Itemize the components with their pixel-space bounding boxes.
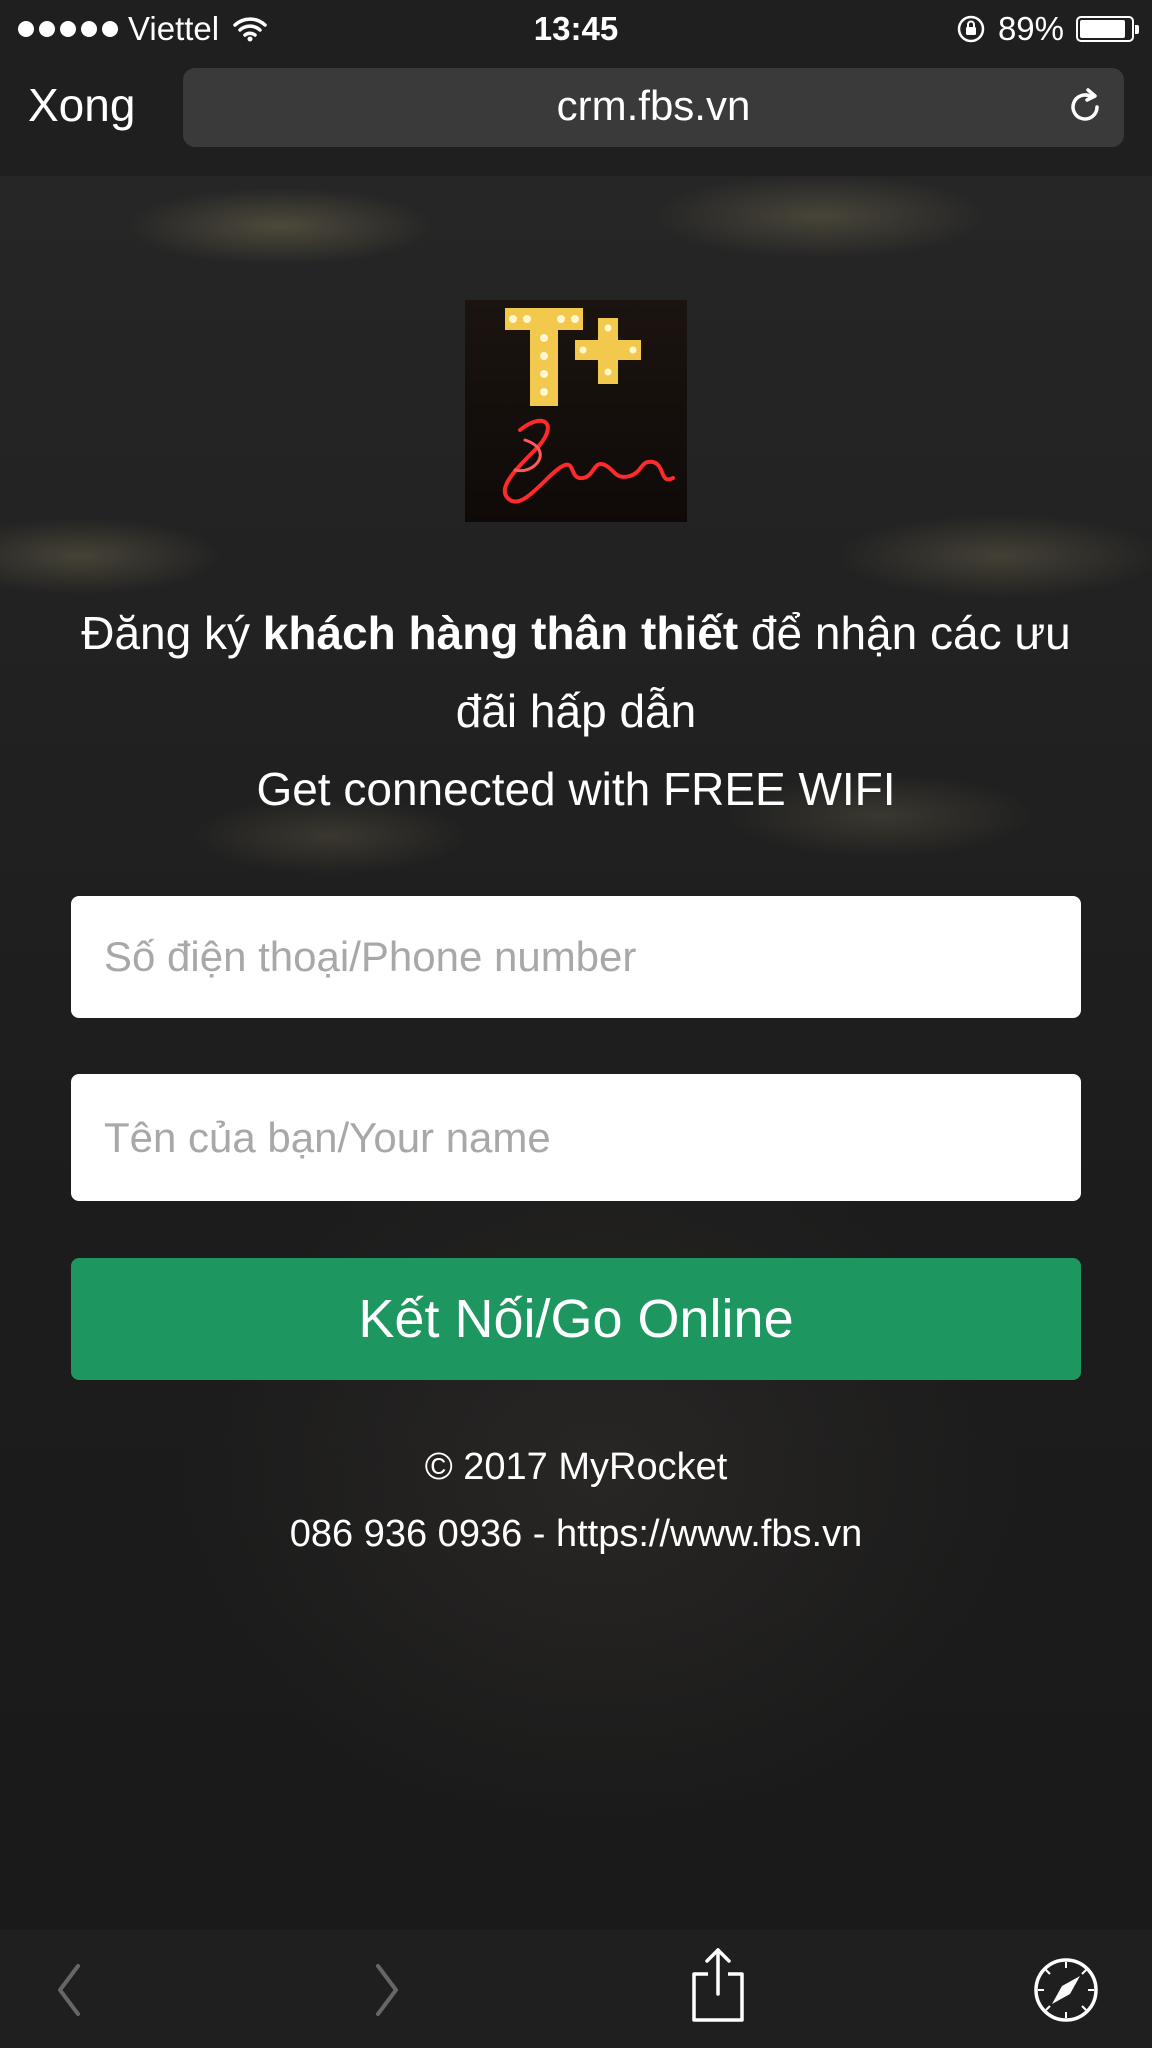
orientation-lock-icon [957, 15, 985, 43]
contact-text: 086 936 0936 - https://www.fbs.vn [289, 1513, 863, 1555]
page-content: Đăng ký khách hàng thân thiết để nhận cá… [0, 176, 1152, 1930]
browser-toolbar [0, 1930, 1152, 2048]
address-bar[interactable]: crm.fbs.vn [183, 68, 1124, 147]
battery-area: 89% [956, 10, 1139, 48]
browser-nav-bar: Xong crm.fbs.vn [0, 58, 1152, 176]
status-bar: Viettel 13:45 89% [0, 0, 1152, 58]
done-button[interactable]: Xong [28, 78, 135, 132]
tplus-beer-logo-icon [502, 308, 675, 504]
compass-icon[interactable] [1032, 1956, 1100, 2024]
name-input[interactable] [71, 1074, 1081, 1201]
back-arrow-icon[interactable] [52, 1962, 88, 2018]
battery-percent: 89% [997, 10, 1064, 47]
headline-line-1: Đăng ký khách hàng thân thiết để nhận cá… [81, 607, 1071, 737]
share-icon[interactable] [688, 1944, 748, 2024]
battery-icon [1076, 16, 1139, 42]
phone-input[interactable] [71, 896, 1081, 1018]
forward-arrow-icon[interactable] [368, 1962, 404, 2018]
copyright-text: © 2017 MyRocket [424, 1446, 728, 1488]
headline: Đăng ký khách hàng thân thiết để nhận cá… [60, 594, 1092, 828]
headline-line-2: Get connected with FREE WIFI [256, 763, 896, 815]
go-online-button[interactable]: Kết Nối/Go Online [71, 1258, 1081, 1380]
reload-icon[interactable] [1064, 86, 1106, 128]
brand-logo [465, 300, 687, 522]
url-text: crm.fbs.vn [556, 82, 751, 129]
